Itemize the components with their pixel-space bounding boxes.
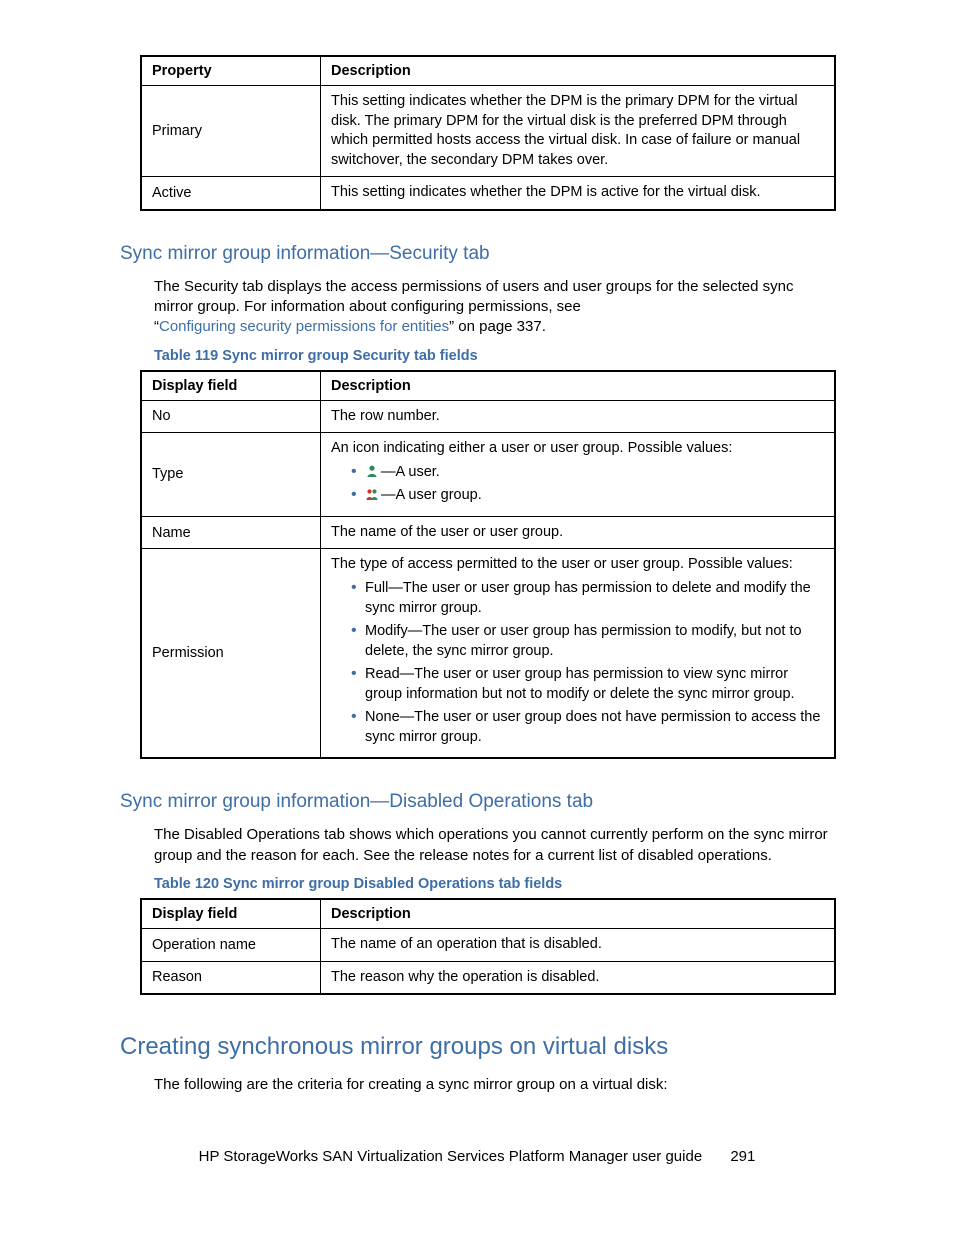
col-header-description: Description — [321, 56, 836, 86]
user-icon — [365, 464, 379, 478]
page-number: 291 — [730, 1148, 755, 1165]
permission-full: Full—The user or user group has permissi… — [351, 579, 824, 618]
cell-field: Type — [141, 433, 321, 517]
cell-property: Active — [141, 177, 321, 210]
permission-value-list: Full—The user or user group has permissi… — [331, 579, 824, 748]
document-page: Property Description Primary This settin… — [0, 0, 954, 1235]
cell-field: No — [141, 400, 321, 433]
permission-read: Read—The user or user group has permissi… — [351, 665, 824, 704]
user-group-icon — [365, 487, 379, 501]
type-group-text: —A user group. — [381, 487, 482, 503]
cell-field: Name — [141, 516, 321, 549]
table-118: Property Description Primary This settin… — [140, 55, 836, 211]
heading-disabled-ops-tab: Sync mirror group information—Disabled O… — [120, 791, 836, 813]
table-row: Reason The reason why the operation is d… — [141, 961, 835, 994]
col-header-property: Property — [141, 56, 321, 86]
col-header-description: Description — [321, 371, 836, 401]
table-row: Type An icon indicating either a user or… — [141, 433, 835, 517]
cell-description: The reason why the operation is disabled… — [321, 961, 836, 994]
type-intro: An icon indicating either a user or user… — [331, 440, 732, 456]
table-row: Permission The type of access permitted … — [141, 549, 835, 759]
type-value-group: —A user group. — [351, 486, 824, 506]
page-footer: HP StorageWorks SAN Virtualization Servi… — [0, 1148, 954, 1165]
col-header-display-field: Display field — [141, 899, 321, 929]
paragraph-security: The Security tab displays the access per… — [154, 277, 836, 338]
footer-title: HP StorageWorks SAN Virtualization Servi… — [199, 1148, 703, 1165]
table-header-row: Display field Description — [141, 899, 835, 929]
type-user-text: —A user. — [381, 464, 440, 480]
cell-property: Primary — [141, 86, 321, 177]
cell-description: This setting indicates whether the DPM i… — [321, 86, 836, 177]
heading-creating-sync-mirror: Creating synchronous mirror groups on vi… — [120, 1033, 836, 1061]
cell-field: Operation name — [141, 928, 321, 961]
cell-field: Permission — [141, 549, 321, 759]
cell-description: The name of the user or user group. — [321, 516, 836, 549]
permission-none: None—The user or user group does not hav… — [351, 708, 824, 747]
permission-intro: The type of access permitted to the user… — [331, 556, 793, 572]
table-header-row: Display field Description — [141, 371, 835, 401]
cell-description: The name of an operation that is disable… — [321, 928, 836, 961]
link-tail: on page 337. — [454, 318, 546, 335]
col-header-display-field: Display field — [141, 371, 321, 401]
table-caption-120: Table 120 Sync mirror group Disabled Ope… — [154, 876, 836, 892]
table-row: Operation name The name of an operation … — [141, 928, 835, 961]
cell-description: An icon indicating either a user or user… — [321, 433, 836, 517]
link-configure-permissions[interactable]: Configuring security permissions for ent… — [159, 318, 449, 335]
type-value-user: —A user. — [351, 463, 824, 483]
heading-security-tab: Sync mirror group information—Security t… — [120, 243, 836, 265]
table-caption-119: Table 119 Sync mirror group Security tab… — [154, 348, 836, 364]
table-row: No The row number. — [141, 400, 835, 433]
type-value-list: —A user. —A user group. — [331, 463, 824, 506]
table-row: Name The name of the user or user group. — [141, 516, 835, 549]
permission-modify: Modify—The user or user group has permis… — [351, 622, 824, 661]
cell-description: This setting indicates whether the DPM i… — [321, 177, 836, 210]
table-row: Primary This setting indicates whether t… — [141, 86, 835, 177]
table-120: Display field Description Operation name… — [140, 898, 836, 995]
cell-description: The row number. — [321, 400, 836, 433]
cell-field: Reason — [141, 961, 321, 994]
text-line: The Security tab displays the access per… — [154, 278, 793, 315]
table-119: Display field Description No The row num… — [140, 370, 836, 760]
paragraph-disabled-ops: The Disabled Operations tab shows which … — [154, 825, 836, 866]
paragraph-creating: The following are the criteria for creat… — [154, 1075, 836, 1095]
table-row: Active This setting indicates whether th… — [141, 177, 835, 210]
cell-description: The type of access permitted to the user… — [321, 549, 836, 759]
table-header-row: Property Description — [141, 56, 835, 86]
col-header-description: Description — [321, 899, 836, 929]
